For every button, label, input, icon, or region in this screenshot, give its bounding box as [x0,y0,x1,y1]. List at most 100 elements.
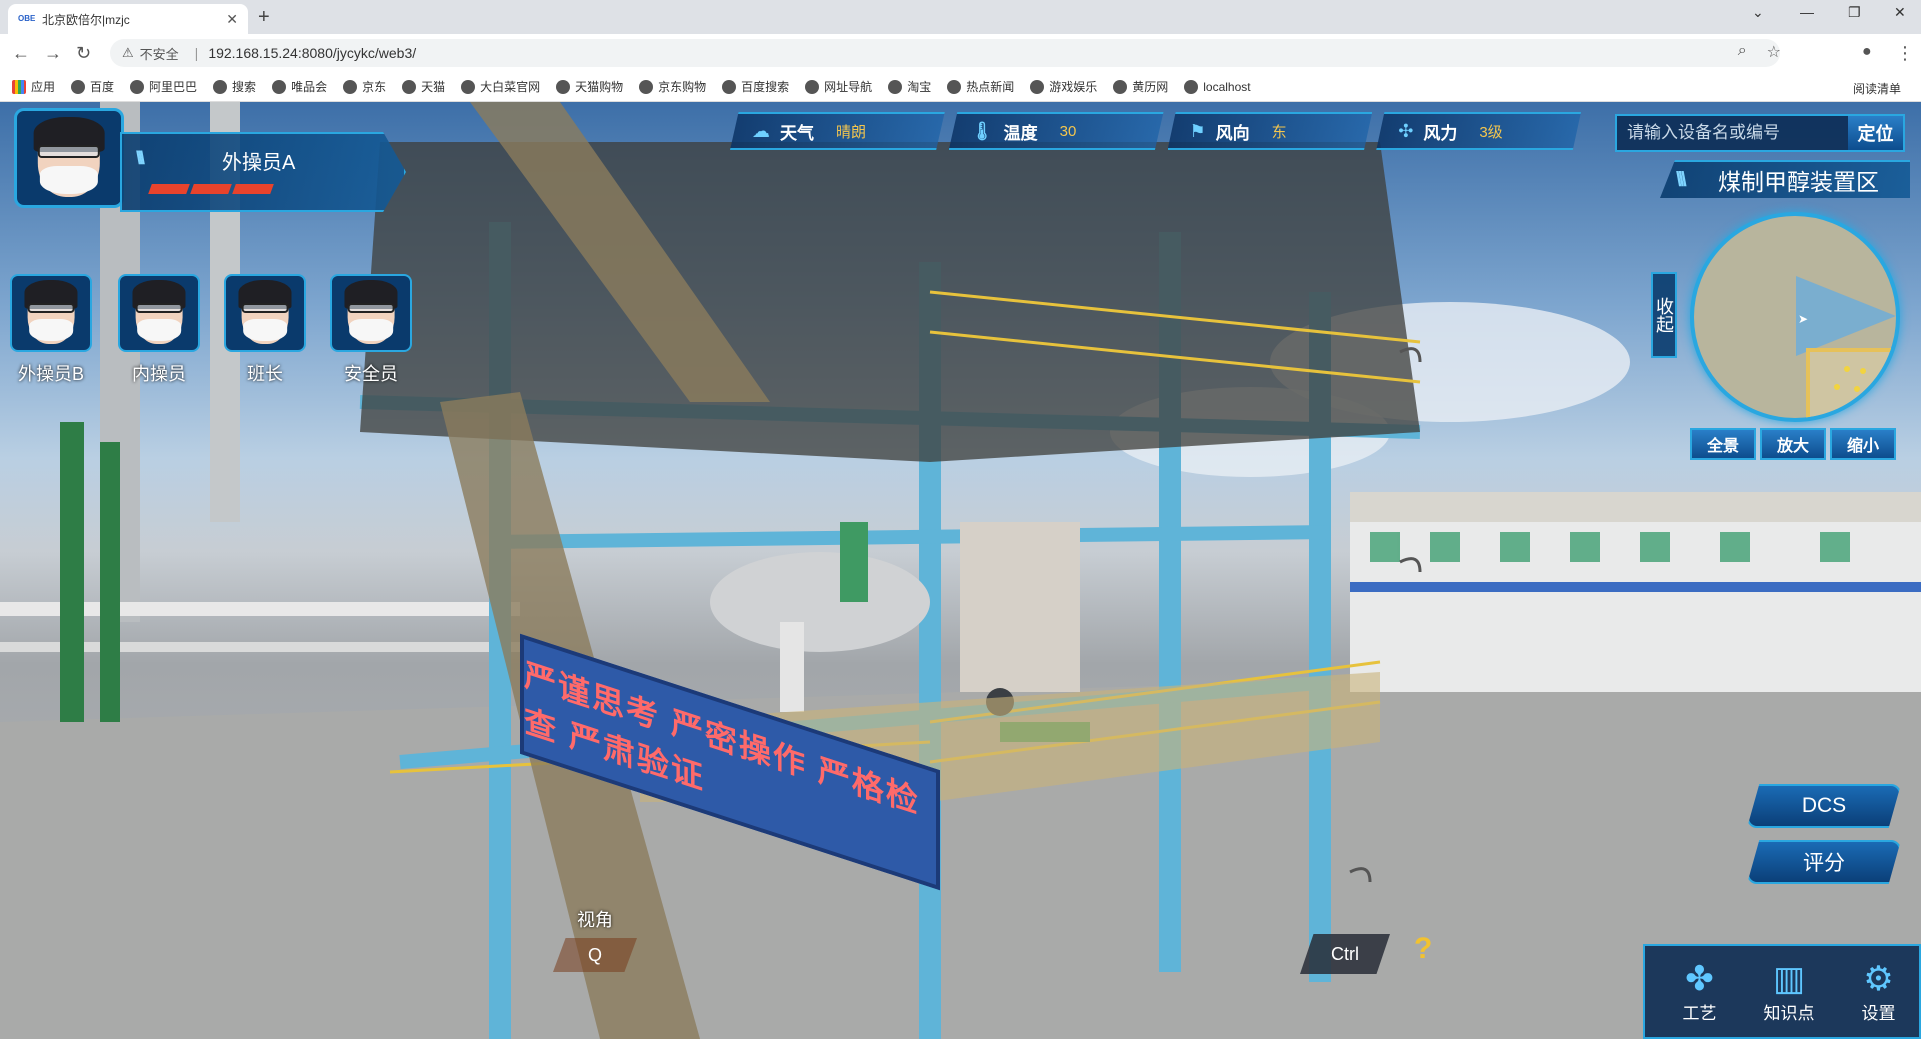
view-control: 视角 Q [553,906,637,972]
maximize-icon[interactable]: ❐ [1848,4,1861,21]
book-icon: ▥ [1772,960,1806,998]
bookmark-icon [1184,79,1199,94]
address-bar: ← → ↻ ⚠ 不安全 | 192.168.15.24:8080/jycykc/… [0,34,1921,72]
flag-icon: ⚑ [1189,120,1206,141]
role-switch-inner-operator[interactable]: 内操员 [118,274,200,386]
bookmark-item[interactable]: 唯品会 [272,78,327,95]
weather-cell: ☁ 天气 晴朗 [730,112,945,150]
knowledge-button[interactable]: ▥ 知识点 [1764,959,1815,1024]
bookmark-icon [947,79,962,94]
bookmark-item[interactable]: 淘宝 [888,78,931,95]
3d-scene-viewport[interactable]: 严谨思考 严密操作 严格检查 严肃验证 \\\ 外操员A 外操员B 内操员 班长… [0,102,1921,1039]
zoom-icon[interactable]: ⌕ [1738,42,1747,62]
bookmark-icon [639,79,654,94]
health-bar [148,184,274,194]
bookmark-item[interactable]: 天猫购物 [556,78,623,95]
locate-button[interactable]: 定位 [1848,116,1903,150]
bookmark-item[interactable]: 搜索 [213,78,256,95]
avatar [224,274,306,352]
close-window-icon[interactable]: ✕ [1894,4,1906,21]
avatar [330,274,412,352]
current-role-card[interactable]: \\\ 外操员A [120,132,406,212]
view-cone [1796,276,1896,356]
reading-list[interactable]: 阅读清单 [1853,80,1901,97]
map-zoom-in-button[interactable]: 放大 [1760,428,1826,460]
role-switch-team-leader[interactable]: 班长 [224,274,306,386]
device-search-input[interactable] [1617,116,1848,150]
wind-force-cell: ✣ 风力 3级 [1376,112,1581,150]
security-label: 不安全 [139,46,179,62]
role-switch-operator-b[interactable]: 外操员B [10,274,92,386]
menu-icon[interactable]: ⋮ [1896,43,1914,64]
dcs-button[interactable]: DCS [1747,784,1901,828]
profile-dropdown-icon[interactable]: ⌄ [1752,4,1764,21]
settings-button[interactable]: ⚙ 设置 [1862,959,1896,1024]
bookmark-icon [805,79,820,94]
bookmark-icon [130,79,145,94]
role-label: 外操员B [17,364,84,384]
map-zoom-out-button[interactable]: 缩小 [1830,428,1896,460]
warning-icon: ⚠ [122,45,134,60]
role-label: 班长 [247,364,283,384]
role-label: 安全员 [344,364,398,384]
view-key-q[interactable]: Q [553,938,637,972]
map-building [1806,348,1896,418]
weather-bar: ☁ 天气 晴朗 🌡 温度 30 ⚑ 风向东 ✣ 风力 3级 [730,112,1585,150]
current-role-name: 外操员A [222,152,296,174]
bookmark-icon [461,79,476,94]
bookmark-item[interactable]: 热点新闻 [947,78,1014,95]
avatar-operator-a[interactable] [14,108,124,208]
device-search: 定位 [1615,114,1905,152]
ctrl-key-button[interactable]: Ctrl [1300,934,1390,974]
bookmark-item[interactable]: 应用 [12,78,55,95]
bookmark-item[interactable]: 京东购物 [639,78,706,95]
process-button[interactable]: ✤ 工艺 [1683,959,1717,1024]
collapse-map-button[interactable]: 收起 [1651,272,1677,358]
bookmark-icon [722,79,737,94]
browser-tab-strip: OBE 北京欧倍尔|mzjc ✕ + ⌄ — ❐ ✕ [0,0,1921,34]
favicon-icon: OBE [18,14,36,23]
bookmark-icon [888,79,903,94]
forward-icon[interactable]: → [44,43,62,64]
stripes-icon: \\\ [136,148,145,168]
profile-icon[interactable]: ● [1862,43,1872,61]
bookmark-item[interactable]: 大白菜官网 [461,78,540,95]
minimize-icon[interactable]: — [1800,4,1814,20]
url-field[interactable]: ⚠ 不安全 | 192.168.15.24:8080/jycykc/web3/ [110,39,1780,67]
back-icon[interactable]: ← [12,43,30,64]
browser-tab[interactable]: OBE 北京欧倍尔|mzjc ✕ [8,4,248,34]
bookmark-icon [1030,79,1045,94]
bookmark-star-icon[interactable]: ☆ [1767,42,1781,62]
url-text: 192.168.15.24:8080/jycykc/web3/ [208,45,417,61]
role-switch-safety-officer[interactable]: 安全员 [330,274,412,386]
map-controls: 全景 放大 缩小 [1690,428,1896,460]
help-icon[interactable]: ? [1414,932,1432,966]
bookmark-item[interactable]: 百度 [71,78,114,95]
new-tab-icon[interactable]: + [258,6,270,29]
bottom-toolbar: ✤ 工艺 ▥ 知识点 ⚙ 设置 [1643,944,1921,1039]
stripes-icon: \\\ [1676,168,1687,191]
bookmark-icon [556,79,571,94]
bookmark-icon [71,79,86,94]
area-title: \\\ 煤制甲醇装置区 [1660,160,1910,198]
player-marker-icon: ➤ [1798,312,1809,326]
bookmark-item[interactable]: 京东 [343,78,386,95]
fan-icon: ✤ [1685,960,1714,998]
bookmark-item[interactable]: 天猫 [402,78,445,95]
close-tab-icon[interactable]: ✕ [226,11,238,28]
bookmark-item[interactable]: 网址导航 [805,78,872,95]
temperature-cell: 🌡 温度 30 [948,112,1164,150]
wind-direction-cell: ⚑ 风向东 [1167,112,1373,150]
reload-icon[interactable]: ↻ [76,43,91,64]
minimap[interactable]: ➤ [1690,212,1900,422]
bookmark-icon [343,79,358,94]
bookmark-item[interactable]: 阿里巴巴 [130,78,197,95]
map-overview-button[interactable]: 全景 [1690,428,1756,460]
score-button[interactable]: 评分 [1747,840,1901,884]
bookmark-item[interactable]: 黄历网 [1113,78,1168,95]
bookmark-item[interactable]: 百度搜索 [722,78,789,95]
bookmarks-bar: 应用 百度 阿里巴巴 搜索 唯品会 京东 天猫 大白菜官网 天猫购物 京东购物 … [0,72,1921,102]
bookmark-icon [402,79,417,94]
bookmark-item[interactable]: localhost [1184,79,1251,94]
bookmark-item[interactable]: 游戏娱乐 [1030,78,1097,95]
